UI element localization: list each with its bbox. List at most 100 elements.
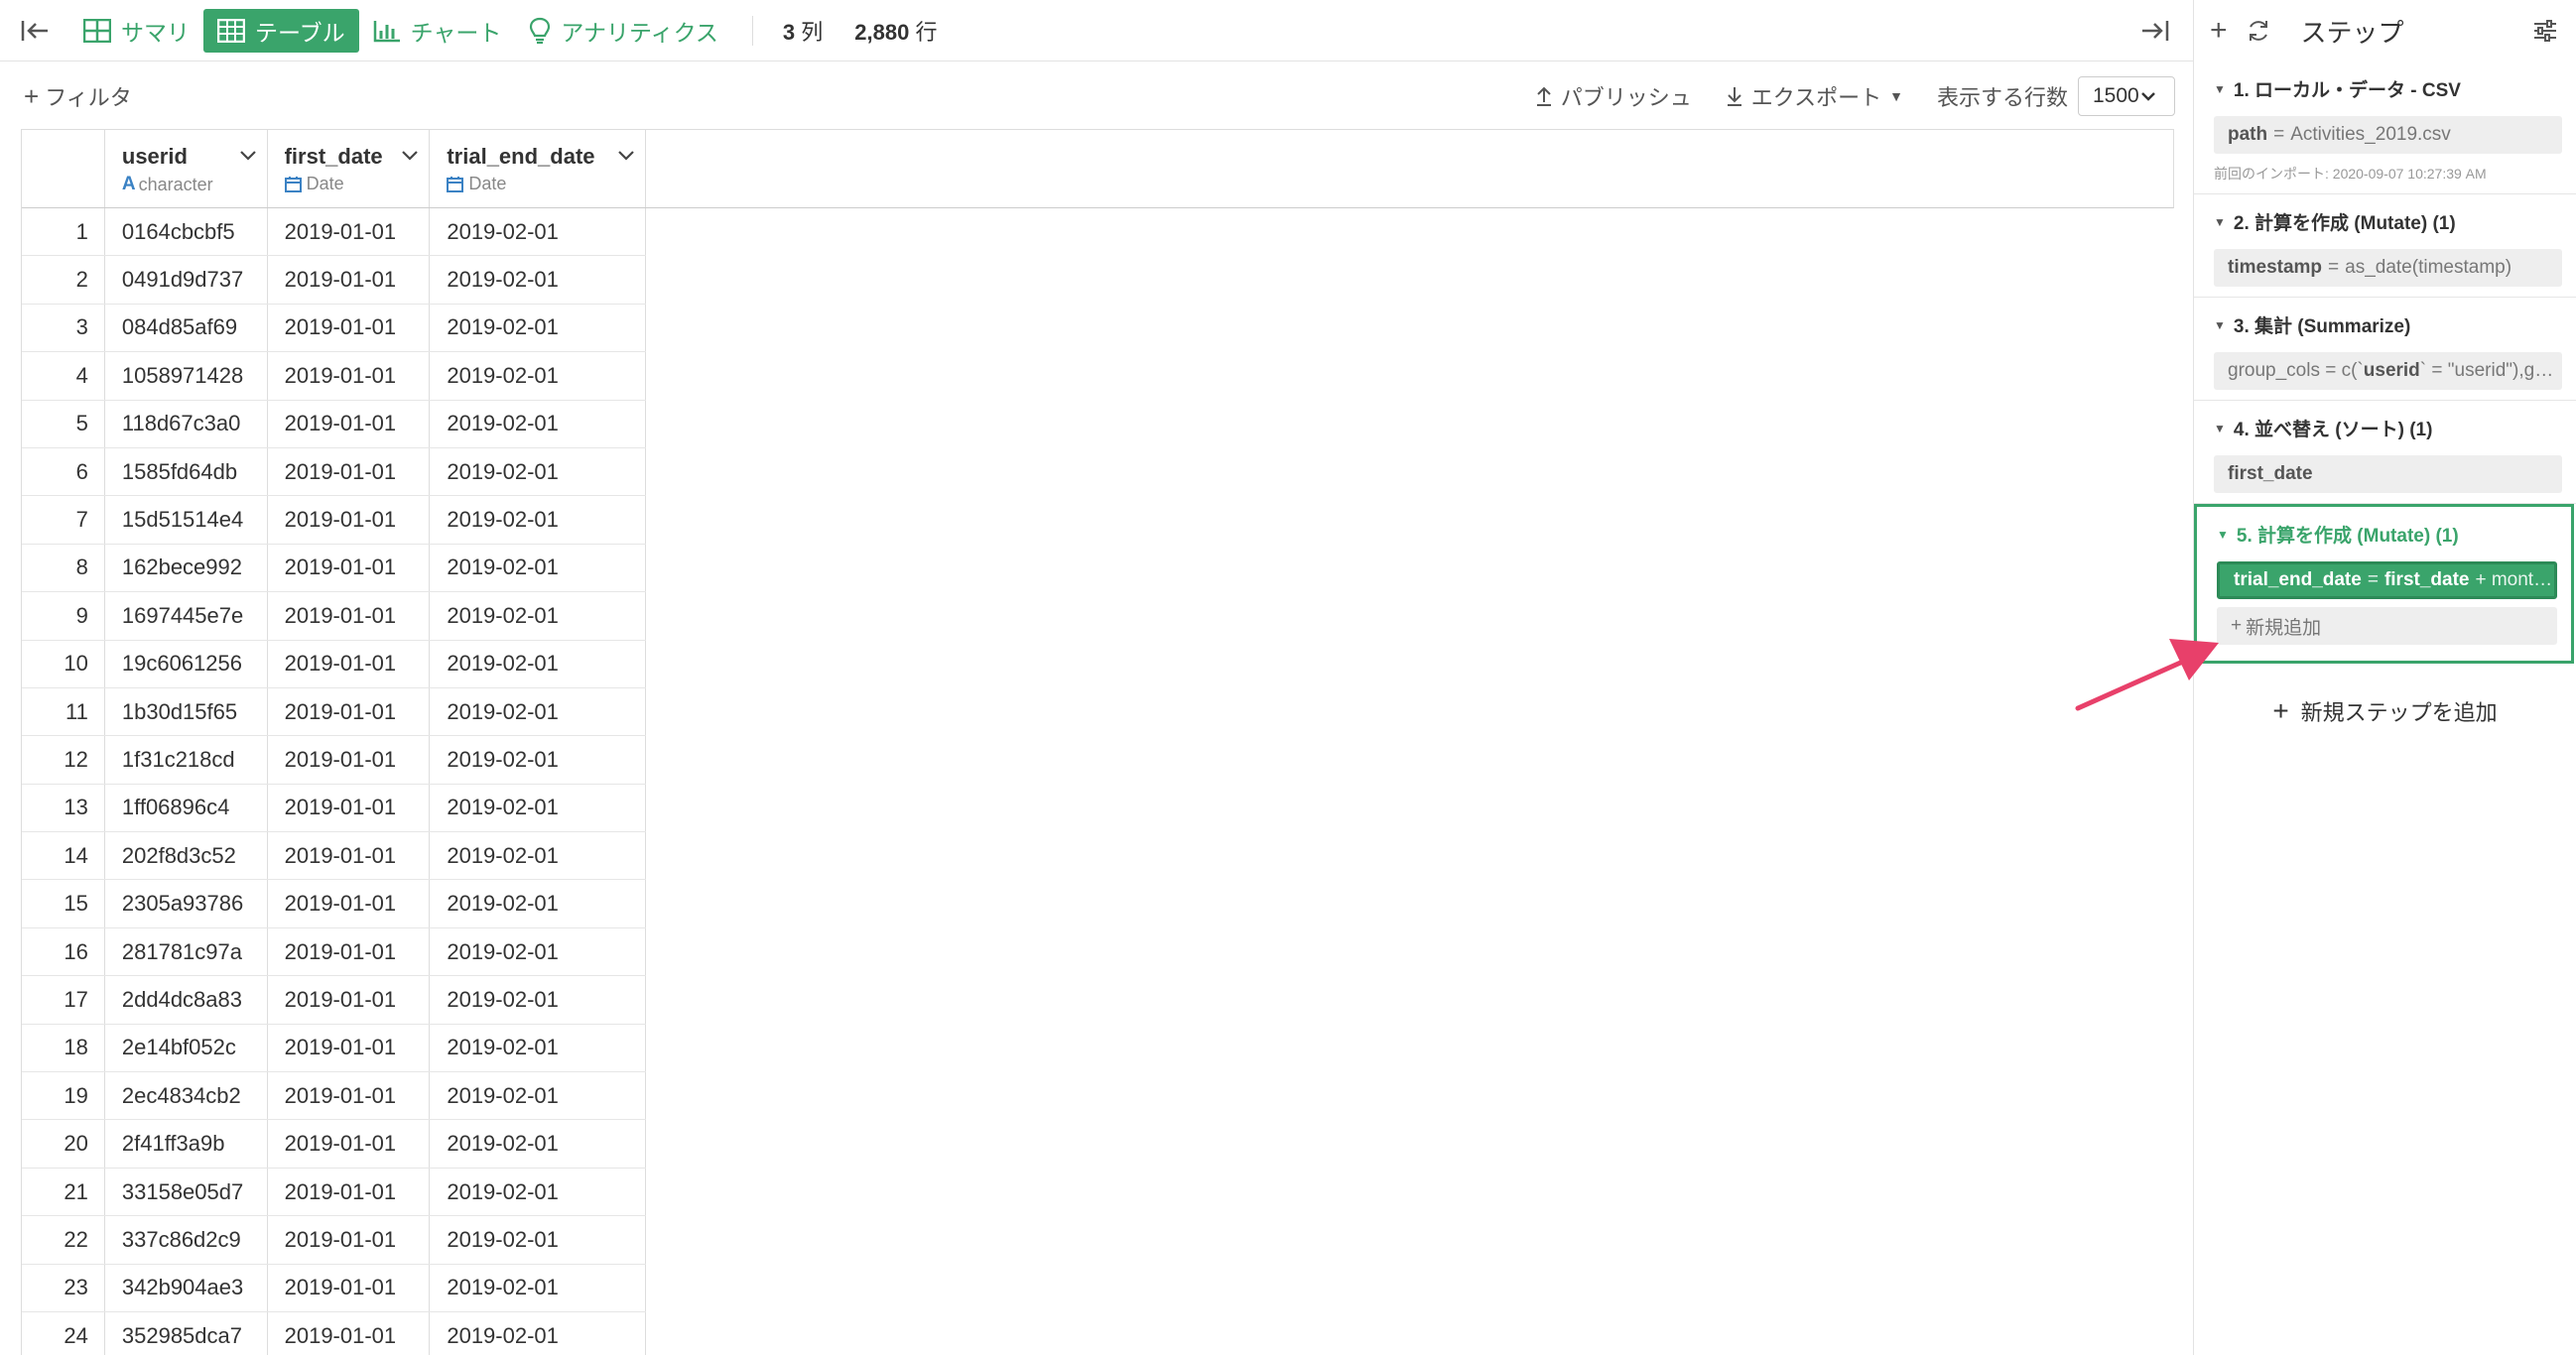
step-1[interactable]: ▼ 1. ローカル・データ - CSV path = Activities_2019.… bbox=[2194, 62, 2576, 194]
row-number: 23 bbox=[22, 1264, 105, 1311]
row-number: 12 bbox=[22, 736, 105, 784]
table-cell: 2019-02-01 bbox=[430, 927, 646, 976]
table-row: 16 281781c97a 2019-01-01 2019-02-01 bbox=[22, 927, 646, 977]
table-body: 1 0164cbcbf5 2019-01-01 2019-02-01 2 0491d9d7… bbox=[22, 208, 646, 1355]
step-3[interactable]: ▼ 3. 集計 (Summarize) group_cols = c(` useri… bbox=[2194, 298, 2576, 401]
add-filter-button[interactable]: + フィルタ bbox=[24, 80, 132, 112]
table-row: 14 202f8d3c52 2019-01-01 2019-02-01 bbox=[22, 832, 646, 881]
step-command[interactable]: group_cols = c(` userid ` = "userid"),g… bbox=[2214, 352, 2562, 390]
caret-down-icon: ▼ bbox=[2214, 81, 2226, 96]
table-cell: 2019-01-01 bbox=[268, 544, 431, 592]
step-title: ▼ 3. 集計 (Summarize) bbox=[2214, 311, 2562, 338]
step-command-value: + mont… bbox=[2475, 569, 2553, 590]
column-type-label: Date bbox=[468, 174, 507, 193]
step-command-key: userid bbox=[2363, 360, 2420, 381]
table-row: 3 084d85af69 2019-01-01 2019-02-01 bbox=[22, 304, 646, 353]
tab-table[interactable]: テーブル bbox=[203, 8, 359, 53]
tab-summary[interactable]: サマリ bbox=[69, 9, 203, 53]
table-cell: 0491d9d737 bbox=[105, 256, 268, 304]
refresh-icon[interactable] bbox=[2246, 18, 2271, 44]
toolbar-divider bbox=[751, 15, 753, 46]
table-cell: 2019-01-01 bbox=[268, 1311, 431, 1355]
step-command-key: trial_end_date bbox=[2234, 569, 2362, 590]
table-cell: 352985dca7 bbox=[105, 1311, 268, 1355]
table-cell: 2dd4dc8a83 bbox=[105, 976, 268, 1024]
table-cell: 2f41ff3a9b bbox=[105, 1120, 268, 1168]
tab-analytics-label: アナリティクス bbox=[561, 19, 718, 46]
step-command-key2: first_date bbox=[2383, 569, 2470, 590]
plus-icon: + bbox=[24, 80, 40, 111]
table-cell: 2019-01-01 bbox=[268, 1072, 431, 1120]
table-cell: 33158e05d7 bbox=[105, 1168, 268, 1216]
calendar-icon bbox=[447, 177, 464, 192]
column-header-first-date[interactable]: first_date Date bbox=[268, 130, 431, 207]
expand-right-button[interactable] bbox=[2125, 0, 2185, 62]
caret-down-icon: ▼ bbox=[2214, 317, 2226, 332]
step-2[interactable]: ▼ 2. 計算を作成 (Mutate) (1) timestamp = as_date… bbox=[2194, 194, 2576, 298]
column-menu-chevron-icon[interactable] bbox=[239, 150, 257, 162]
add-step-plus-icon[interactable]: + bbox=[2210, 14, 2228, 48]
tab-chart[interactable]: チャート bbox=[359, 9, 516, 53]
caret-down-icon: ▼ bbox=[2214, 214, 2226, 229]
caret-down-icon: ▼ bbox=[2217, 527, 2229, 542]
table-icon bbox=[217, 18, 245, 43]
tab-summary-label: サマリ bbox=[121, 19, 190, 46]
equals-sign: = bbox=[2273, 124, 2285, 145]
row-number: 3 bbox=[22, 304, 105, 352]
tab-analytics[interactable]: アナリティクス bbox=[515, 9, 731, 53]
equals-sign: = bbox=[2328, 257, 2340, 278]
row-number: 1 bbox=[22, 208, 105, 256]
step-command-selected[interactable]: trial_end_date = first_date + mont… bbox=[2217, 561, 2557, 599]
step-command[interactable]: path = Activities_2019.csv bbox=[2214, 116, 2562, 154]
calendar-icon bbox=[284, 177, 302, 192]
step-command[interactable]: first_date bbox=[2214, 455, 2562, 493]
column-type: Date bbox=[284, 174, 344, 194]
last-import-note: 前回のインポート: 2020-09-07 10:27:39 AM bbox=[2214, 166, 2487, 182]
step-title: ▼ 5. 計算を作成 (Mutate) (1) bbox=[2217, 521, 2557, 548]
data-table: userid Acharacter first_date Date trial_… bbox=[21, 129, 646, 1355]
step-command-key: path bbox=[2228, 124, 2268, 145]
row-count-value: 2,880 bbox=[854, 19, 910, 45]
column-menu-chevron-icon[interactable] bbox=[401, 150, 419, 162]
add-new-command-button[interactable]: + 新規追加 bbox=[2217, 607, 2557, 645]
row-count-unit: 行 bbox=[915, 19, 938, 45]
add-new-step-button[interactable]: + 新規ステップを追加 bbox=[2194, 695, 2576, 727]
export-button[interactable]: エクスポート ▼ bbox=[1726, 80, 1903, 112]
rows-to-show-value: 1500 bbox=[2093, 84, 2139, 107]
column-type-label: Date bbox=[306, 174, 344, 193]
rows-to-show-select[interactable]: 1500 bbox=[2078, 76, 2175, 116]
column-header-userid[interactable]: userid Acharacter bbox=[105, 130, 268, 207]
table-row: 4 1058971428 2019-01-01 2019-02-01 bbox=[22, 352, 646, 401]
table-row: 12 1f31c218cd 2019-01-01 2019-02-01 bbox=[22, 736, 646, 785]
table-cell: 2019-02-01 bbox=[430, 1072, 646, 1120]
column-menu-chevron-icon[interactable] bbox=[617, 150, 635, 162]
table-cell: 337c86d2c9 bbox=[105, 1216, 268, 1264]
step-command-prefix: group_cols = c(` bbox=[2228, 360, 2364, 381]
table-cell: 2019-02-01 bbox=[430, 1168, 646, 1216]
lightbulb-icon bbox=[530, 17, 551, 44]
tab-chart-label: チャート bbox=[410, 19, 502, 46]
row-number: 20 bbox=[22, 1120, 105, 1168]
row-number: 13 bbox=[22, 784, 105, 832]
add-new-step-label: 新規ステップを追加 bbox=[2300, 700, 2498, 725]
table-cell: 2019-01-01 bbox=[268, 880, 431, 927]
table-cell: 2019-02-01 bbox=[430, 447, 646, 496]
row-number: 21 bbox=[22, 1168, 105, 1216]
step-title-text: 5. 計算を作成 (Mutate) (1) bbox=[2236, 526, 2459, 547]
column-header-trial-end-date[interactable]: trial_end_date Date bbox=[430, 130, 646, 207]
table-cell: 084d85af69 bbox=[105, 304, 268, 352]
collapse-left-button[interactable] bbox=[0, 0, 69, 62]
step-command[interactable]: timestamp = as_date(timestamp) bbox=[2214, 249, 2562, 287]
step-5-active[interactable]: ▼ 5. 計算を作成 (Mutate) (1) trial_end_date = fi… bbox=[2194, 504, 2574, 664]
table-row: 7 15d51514e4 2019-01-01 2019-02-01 bbox=[22, 496, 646, 545]
plus-icon: + bbox=[2231, 615, 2243, 636]
step-4[interactable]: ▼ 4. 並べ替え (ソート) (1) first_date bbox=[2194, 401, 2576, 504]
publish-button[interactable]: パブリッシュ bbox=[1535, 80, 1692, 112]
settings-sliders-icon[interactable] bbox=[2532, 20, 2558, 42]
table-cell: 2e14bf052c bbox=[105, 1024, 268, 1072]
filter-label: フィルタ bbox=[45, 85, 132, 110]
table-cell: 2019-01-01 bbox=[268, 687, 431, 736]
step-title-text: 4. 並べ替え (ソート) (1) bbox=[2233, 420, 2433, 440]
table-row: 5 118d67c3a0 2019-01-01 2019-02-01 bbox=[22, 400, 646, 448]
table-cell: 2019-01-01 bbox=[268, 304, 431, 352]
